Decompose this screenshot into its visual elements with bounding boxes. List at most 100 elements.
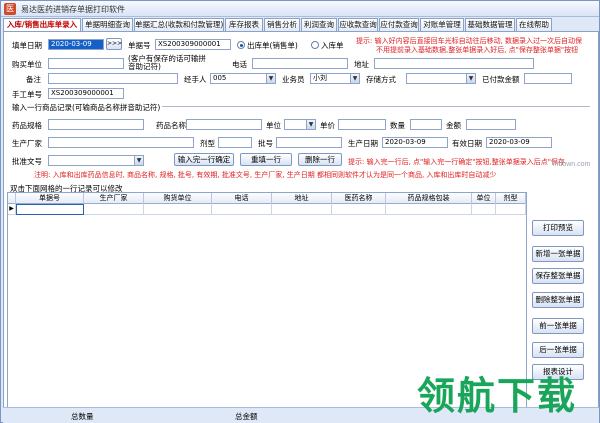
- refill-row-button[interactable]: 重填一行: [240, 153, 292, 166]
- window-title: 易达医药进销存单据打印软件: [21, 5, 125, 14]
- row-pointer-icon: ▶: [8, 204, 16, 215]
- tab-statement[interactable]: 对账单管理: [420, 18, 464, 31]
- tab-stock-report[interactable]: 库存报表: [225, 18, 263, 31]
- delete-row-button[interactable]: 删除一行: [298, 153, 342, 166]
- batch-label: 批号: [258, 139, 273, 148]
- handler-select[interactable]: 005 ▼: [210, 73, 276, 84]
- doc-no-label: 单据号: [128, 41, 151, 50]
- payment-label: 存储方式: [366, 75, 396, 84]
- new-doc-button[interactable]: 新增一张单据: [532, 246, 584, 262]
- doc-no-field[interactable]: XS200309000001: [155, 39, 231, 50]
- approval-select[interactable]: ▼: [48, 155, 144, 166]
- editing-cell[interactable]: [16, 204, 84, 215]
- col-buyer[interactable]: 购货单位: [144, 193, 212, 204]
- expire-date-field[interactable]: 2020-03-09: [486, 137, 552, 148]
- note-line: 注明: 入库和出库药品信息时, 商品名称, 规格, 批号, 有效期, 批准文号,…: [34, 171, 497, 179]
- remark-field[interactable]: [48, 73, 178, 84]
- radio-out-icon[interactable]: [237, 41, 245, 49]
- amount-field[interactable]: [466, 119, 516, 130]
- watermark-url: lhdown.com: [553, 161, 591, 168]
- prod-date-label: 生产日期: [348, 139, 378, 148]
- table-cell[interactable]: [84, 204, 144, 215]
- fill-date-field[interactable]: 2020-03-09: [48, 39, 104, 50]
- unit-select[interactable]: ▼: [284, 119, 316, 130]
- price-field[interactable]: [338, 119, 386, 130]
- chevron-down-icon[interactable]: ▼: [466, 74, 475, 83]
- salesman-value: 小刘: [313, 74, 327, 82]
- tab-payable[interactable]: 应付款查询: [379, 18, 419, 31]
- qty-field[interactable]: [410, 119, 442, 130]
- grid-corner: [8, 193, 16, 204]
- table-cell[interactable]: [496, 204, 526, 215]
- payment-select[interactable]: ▼: [406, 73, 476, 84]
- tab-profit[interactable]: 利润查询: [301, 18, 337, 31]
- col-maker[interactable]: 生产厂家: [84, 193, 144, 204]
- unit-label: 单位: [266, 121, 281, 130]
- chevron-down-icon[interactable]: ▼: [134, 156, 143, 165]
- tab-sales-analysis[interactable]: 销售分析: [264, 18, 300, 31]
- spec-field[interactable]: [48, 119, 144, 130]
- paid-label: 已付款金额: [482, 75, 520, 84]
- date-picker-button[interactable]: >>>: [106, 38, 122, 50]
- table-cell[interactable]: [144, 204, 212, 215]
- tab-entry[interactable]: 入库/销售出库单录入: [3, 18, 81, 32]
- radio-in-label[interactable]: 入库单: [321, 40, 344, 51]
- remark-label: 备注: [26, 75, 41, 84]
- chevron-down-icon[interactable]: ▼: [306, 120, 315, 129]
- col-address[interactable]: 地址: [272, 193, 332, 204]
- tab-receivable[interactable]: 应收款查询: [338, 18, 378, 31]
- print-preview-button[interactable]: 打印预览: [532, 220, 584, 236]
- app-window: 医 易达医药进销存单据打印软件 入库/销售出库单录入 单据明细查询 单据汇总(收…: [0, 0, 600, 423]
- phone-field[interactable]: [252, 58, 348, 69]
- radio-out-label[interactable]: 出库单(销售单): [247, 40, 298, 51]
- tab-base-data[interactable]: 基础数据管理: [465, 18, 515, 31]
- prod-date-field[interactable]: 2020-03-09: [382, 137, 448, 148]
- approval-label: 批准文号: [12, 157, 42, 166]
- chevron-down-icon[interactable]: ▼: [350, 74, 359, 83]
- dosage-form-field[interactable]: [218, 137, 252, 148]
- table-row[interactable]: ▶: [8, 204, 526, 215]
- top-hint-line2: 不用提前录入基础数据,整张单据录入好后, 点"保存整张单据"按钮: [376, 46, 579, 54]
- table-cell[interactable]: [272, 204, 332, 215]
- col-form[interactable]: 剂型: [496, 193, 526, 204]
- delete-doc-button[interactable]: 删除整张单据: [532, 292, 584, 308]
- buyer-field[interactable]: [48, 58, 124, 69]
- tab-summary[interactable]: 单据汇总(收款和付款管理): [134, 18, 224, 31]
- drug-name-field[interactable]: [186, 119, 262, 130]
- expire-date-label: 有效日期: [452, 139, 482, 148]
- amount-label: 金额: [446, 121, 461, 130]
- price-label: 单价: [320, 121, 335, 130]
- table-cell[interactable]: [212, 204, 272, 215]
- handler-value: 005: [213, 74, 227, 82]
- col-unit[interactable]: 单位: [472, 193, 496, 204]
- salesman-select[interactable]: 小刘 ▼: [310, 73, 360, 84]
- paid-field[interactable]: [524, 73, 572, 84]
- prev-doc-button[interactable]: 前一张单据: [532, 318, 584, 334]
- tab-detail-query[interactable]: 单据明细查询: [82, 18, 133, 31]
- tab-help[interactable]: 在线帮助: [516, 18, 552, 31]
- col-phone[interactable]: 电话: [212, 193, 272, 204]
- next-doc-button[interactable]: 后一张单据: [532, 342, 584, 358]
- buyer-label: 购买单位: [12, 60, 42, 69]
- watermark-logo: 领航下载: [417, 374, 578, 418]
- tab-bar: 入库/销售出库单录入 单据明细查询 单据汇总(收款和付款管理) 库存报表 销售分…: [3, 18, 599, 32]
- table-cell[interactable]: [332, 204, 386, 215]
- col-drug-name[interactable]: 医药名称: [332, 193, 386, 204]
- address-field[interactable]: [374, 58, 534, 69]
- radio-in-icon[interactable]: [311, 41, 319, 49]
- save-doc-button[interactable]: 保存整张单据: [532, 268, 584, 284]
- dosage-form-label: 剂型: [200, 139, 215, 148]
- title-bar: 医 易达医药进销存单据打印软件: [1, 1, 599, 17]
- total-qty-label: 总数量: [71, 412, 94, 421]
- confirm-row-button[interactable]: 输入完一行确定: [174, 153, 234, 166]
- col-doc-no[interactable]: 单据号: [16, 193, 84, 204]
- col-spec[interactable]: 药品规格包装: [386, 193, 472, 204]
- address-label: 地址: [354, 60, 369, 69]
- table-cell[interactable]: [472, 204, 496, 215]
- total-amount-label: 总金额: [235, 412, 258, 421]
- batch-field[interactable]: [276, 137, 342, 148]
- manual-no-field[interactable]: XS200309000001: [48, 88, 124, 99]
- table-cell[interactable]: [386, 204, 472, 215]
- chevron-down-icon[interactable]: ▼: [266, 74, 275, 83]
- maker-field[interactable]: [48, 137, 194, 148]
